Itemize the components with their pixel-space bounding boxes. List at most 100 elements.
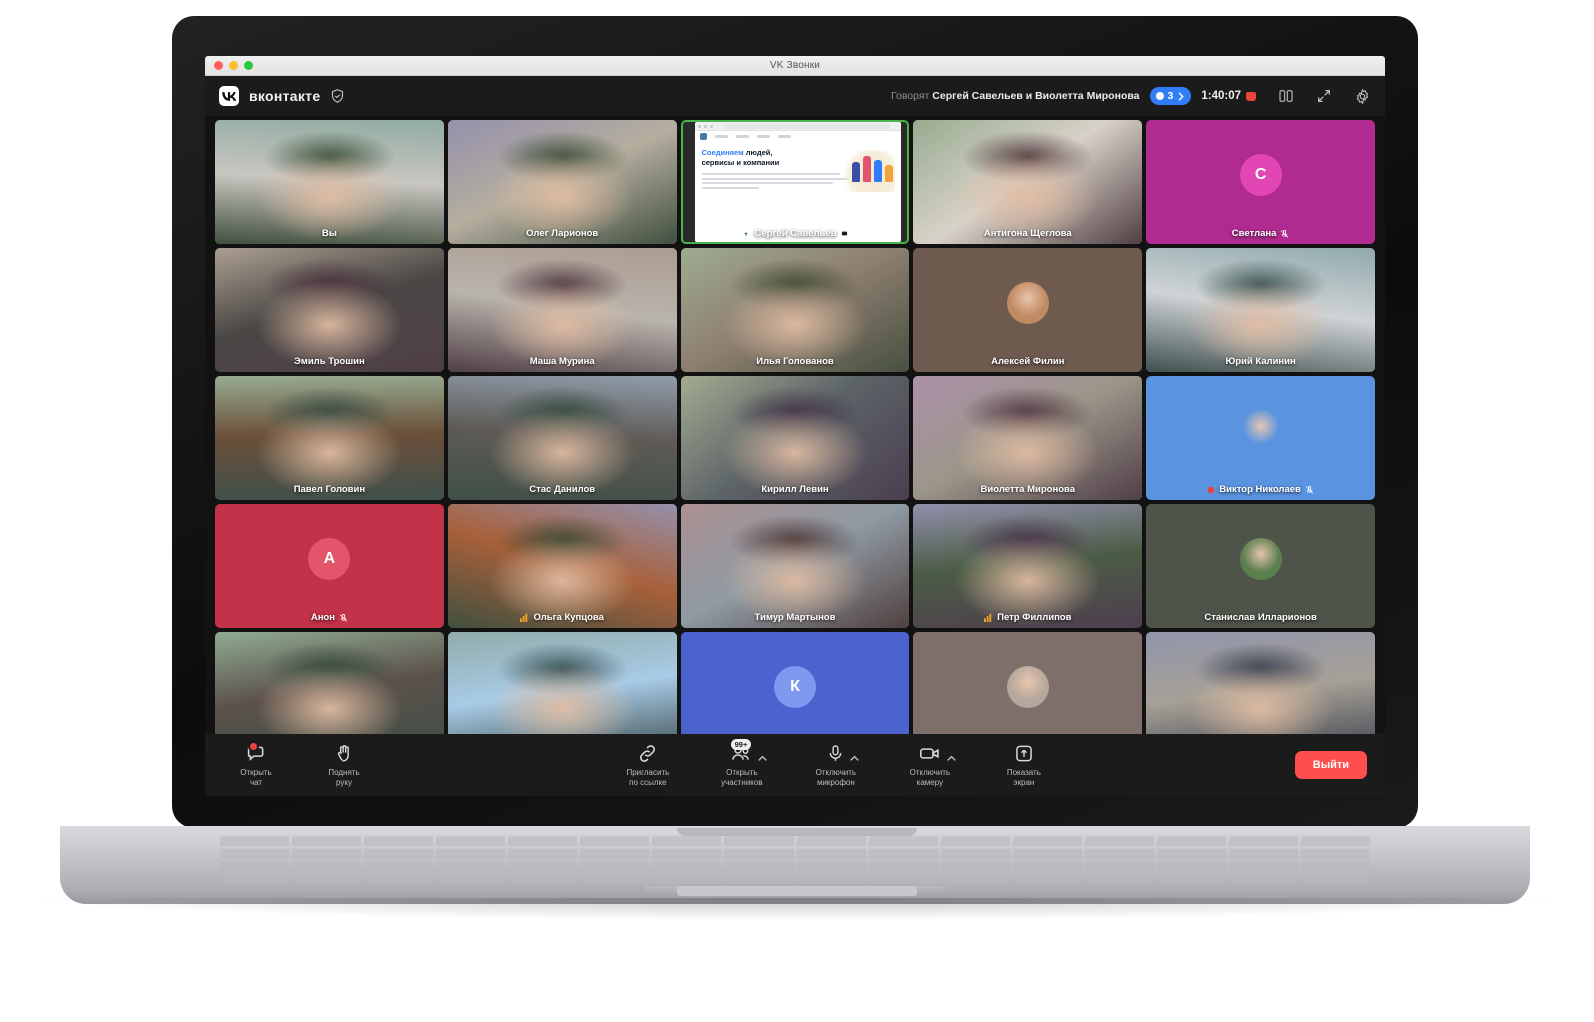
open-participants-label: Открыть участников <box>721 767 763 787</box>
layout-grid-icon[interactable] <box>1278 88 1294 104</box>
keyboard-key <box>580 848 650 859</box>
participant-tile[interactable]: Юрий Калинин <box>1146 248 1375 372</box>
participant-name: Юрий Калинин <box>1146 356 1375 367</box>
participant-tile[interactable]: Кирилл Левин <box>680 376 910 500</box>
participant-tile[interactable]: Вы <box>215 120 444 244</box>
microphone-options-chevron-icon[interactable] <box>850 749 860 767</box>
participant-tile[interactable]: С Светлана <box>1146 120 1375 244</box>
participant-video-feed <box>447 248 677 372</box>
keyboard-key <box>1084 836 1154 846</box>
open-participants-button[interactable]: 99+ Открыть участников <box>709 738 775 788</box>
disable-camera-button[interactable]: Отключить камеру <box>897 743 963 788</box>
keyboard-key <box>1012 836 1082 846</box>
keyboard-row <box>220 848 1370 859</box>
camera-options-chevron-icon[interactable] <box>947 749 956 767</box>
participant-video-feed <box>913 504 1143 628</box>
shared-site-nav <box>695 131 902 141</box>
participant-tile[interactable]: Олег Ларионов <box>447 120 677 244</box>
participant-name: Олег Ларионов <box>448 228 677 239</box>
participant-tile[interactable]: Виктор Николаев <box>1146 376 1375 500</box>
laptop-shadow <box>40 898 1550 920</box>
participant-video-feed <box>913 120 1143 244</box>
participant-name: Светлана <box>1146 228 1375 239</box>
participant-tile[interactable]: Соединяем людей, сервисы и компании Серг… <box>680 120 910 244</box>
mute-microphone-button[interactable]: Отключить микрофон <box>803 743 869 788</box>
keyboard-key <box>796 874 866 884</box>
keyboard-key <box>1300 848 1370 859</box>
participant-tile[interactable]: Станислав Илларионов <box>1146 504 1375 628</box>
participant-name-text: Вы <box>321 228 337 239</box>
participant-tile[interactable]: Стас Данилов <box>447 376 677 500</box>
laptop-hinge <box>677 828 917 836</box>
camera-icon <box>918 743 956 765</box>
hero-rest-word: людей, <box>745 148 773 157</box>
keyboard-key <box>868 848 938 859</box>
invite-by-link-button[interactable]: Пригласить по ссылке <box>615 743 681 788</box>
participant-tile[interactable]: А Анон <box>215 504 444 628</box>
participant-tile[interactable]: Ольга Купцова <box>447 504 677 628</box>
participant-tile[interactable]: Павел Головин <box>215 376 444 500</box>
keyboard-key <box>1300 861 1370 872</box>
laptop-trackpad <box>677 886 917 896</box>
participant-name: Павел Головин <box>215 484 444 495</box>
participant-tile[interactable]: Тимур Мартынов <box>680 504 910 628</box>
keyboard-key <box>220 874 290 884</box>
chevron-up-icon[interactable] <box>758 749 768 767</box>
participant-tile[interactable]: Маша Мурина <box>447 248 677 372</box>
keyboard-key <box>580 874 650 884</box>
keyboard-key <box>220 848 290 859</box>
participant-name-text: Виктор Николаев <box>1219 484 1301 495</box>
participant-tile[interactable]: Алексей Филин <box>913 248 1143 372</box>
participant-video-feed <box>680 504 910 628</box>
participant-name-text: Олег Ларионов <box>526 228 599 239</box>
participant-name: Виолетта Миронова <box>913 484 1142 495</box>
expand-icon[interactable] <box>1316 88 1332 104</box>
keyboard-row <box>220 861 1370 872</box>
participant-tile[interactable]: Виолетта Миронова <box>913 376 1143 500</box>
keyboard-key <box>1228 836 1298 846</box>
shared-site-logo-icon <box>699 132 707 140</box>
participants-count-badge[interactable]: 3 <box>1149 87 1192 105</box>
participant-name: Петр Филлипов <box>913 612 1142 623</box>
participants-count: 3 <box>1167 90 1174 102</box>
keyboard-row <box>220 836 1370 846</box>
keyboard-key <box>940 836 1010 846</box>
participant-name-text: Илья Голованов <box>756 356 834 367</box>
participant-tile[interactable]: Петр Филлипов <box>913 504 1143 628</box>
raise-hand-button[interactable]: Поднять руку <box>311 743 377 788</box>
leave-call-button[interactable]: Выйти <box>1294 751 1367 779</box>
participant-name-text: Станислав Илларионов <box>1204 612 1317 623</box>
keyboard-key <box>940 874 1010 884</box>
participant-name: Эмиль Трошин <box>215 356 444 367</box>
weak-signal-icon <box>984 613 993 622</box>
keyboard-key <box>940 848 1010 859</box>
keyboard-key <box>1084 848 1154 859</box>
chat-bubble-icon <box>246 740 267 765</box>
participant-tile[interactable]: Эмиль Трошин <box>215 248 444 372</box>
keyboard-key <box>292 861 362 872</box>
keyboard-key <box>1084 861 1154 872</box>
keyboard-key <box>1300 836 1370 846</box>
participant-tile[interactable]: Илья Голованов <box>680 248 910 372</box>
participant-name: Илья Голованов <box>681 356 910 367</box>
open-chat-button[interactable]: Открыть чат <box>223 740 289 788</box>
participant-video-feed <box>215 248 444 372</box>
disable-camera-label: Отключить камеру <box>909 767 951 787</box>
gear-icon[interactable] <box>1354 88 1371 105</box>
share-screen-button[interactable]: Показать экран <box>991 743 1057 788</box>
participant-name: Тимур Мартынов <box>681 612 910 623</box>
keyboard-key <box>796 848 866 859</box>
keyboard-key <box>652 836 722 846</box>
keyboard-key <box>1156 874 1226 884</box>
participant-name: Антигона Щеглова <box>913 228 1142 239</box>
keyboard-key <box>580 836 650 846</box>
raised-hand-icon <box>334 743 354 765</box>
participant-tile[interactable]: Антигона Щеглова <box>913 120 1143 244</box>
keyboard-key <box>508 848 578 859</box>
participant-name: Вы <box>215 228 444 239</box>
participant-name-text: Алексей Филин <box>991 356 1065 367</box>
keyboard-key <box>724 848 794 859</box>
participant-video-feed <box>215 376 444 500</box>
participant-video-feed <box>680 248 910 372</box>
participant-name-text: Юрий Калинин <box>1225 356 1296 367</box>
